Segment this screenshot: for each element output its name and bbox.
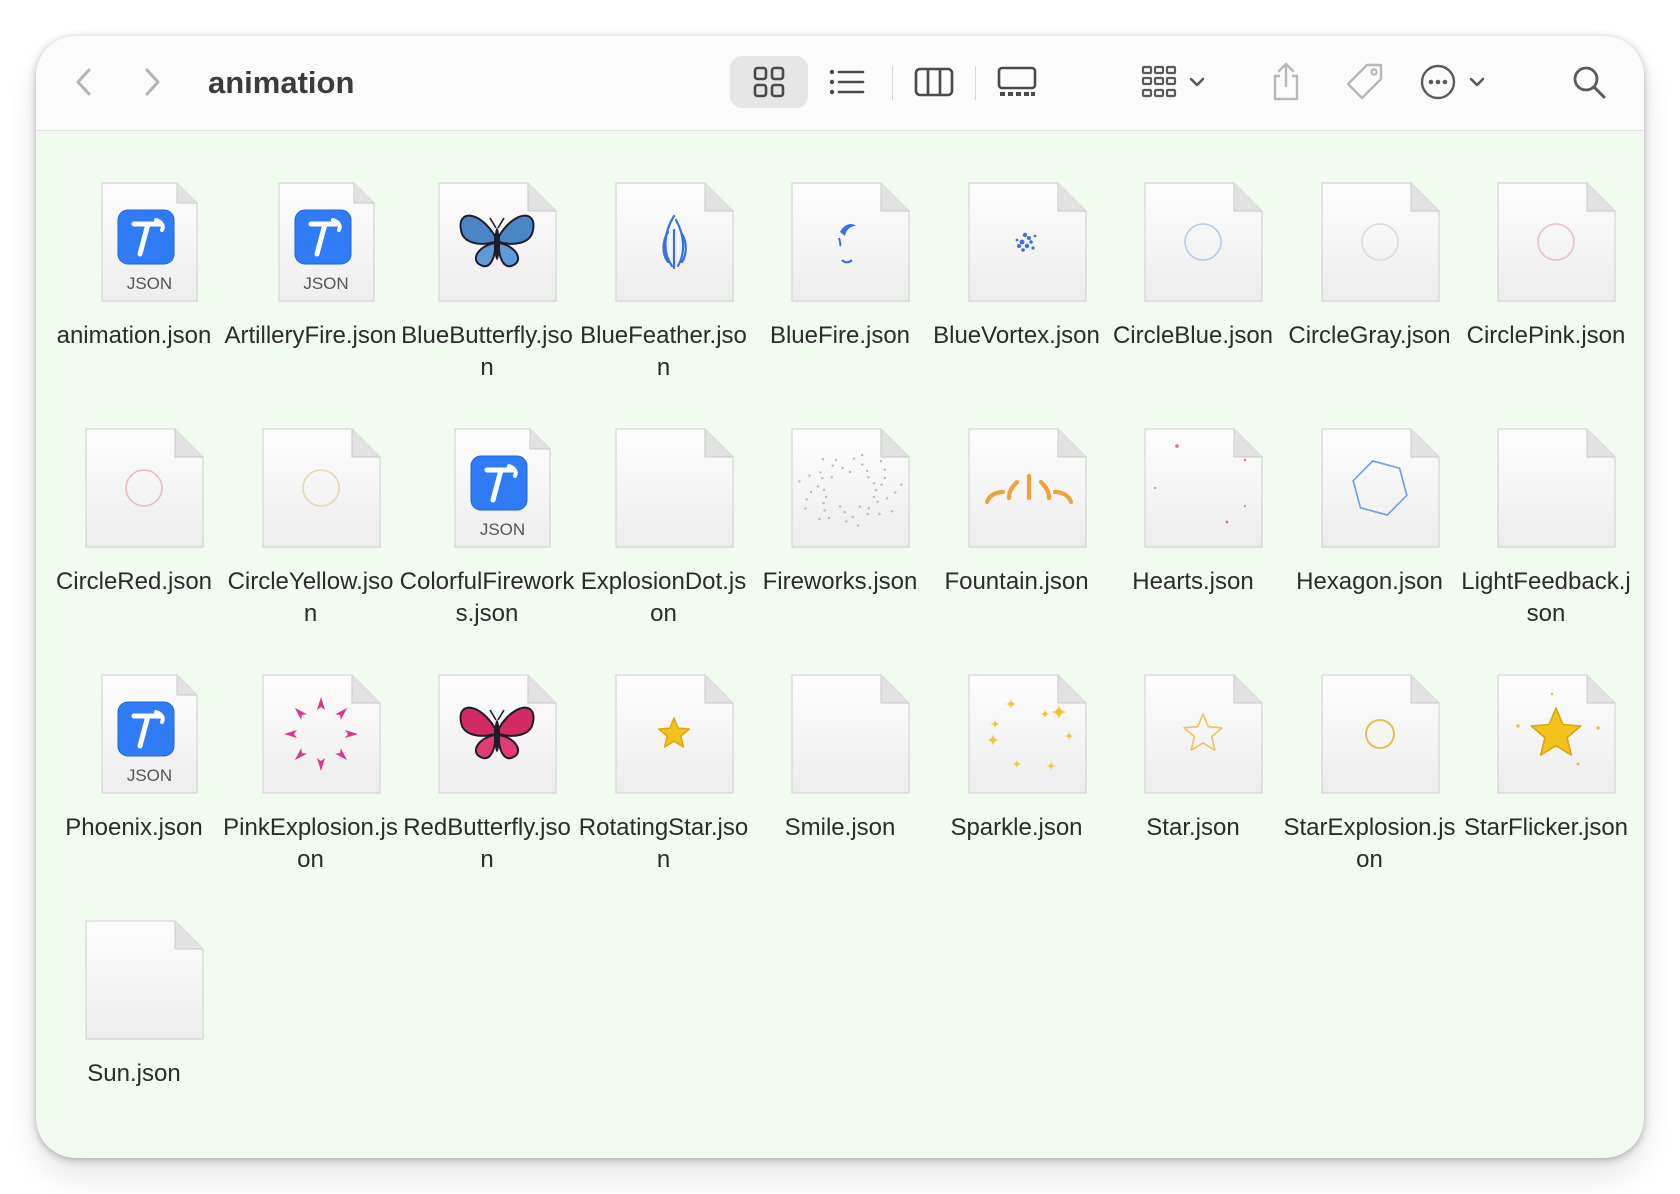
file-name-label: BlueFeather.json	[580, 322, 747, 381]
window-title: animation	[208, 65, 355, 100]
file-name-label: BlueVortex.json	[933, 322, 1100, 349]
file-name-label: ArtilleryFire.json	[224, 322, 397, 349]
column-view-button[interactable]	[898, 56, 970, 108]
document-thumbnail-icon	[612, 672, 737, 797]
file-name-label: Fireworks.json	[762, 568, 918, 595]
document-thumbnail-icon	[82, 426, 207, 551]
document-thumbnail-icon	[1141, 672, 1266, 797]
chevron-down-icon	[1189, 77, 1205, 87]
search-button[interactable]	[1566, 56, 1612, 108]
document-thumbnail-icon	[788, 426, 913, 551]
file-name-label: Star.json	[1146, 814, 1240, 841]
file-grid: JSON animation.json JSON ArtilleryFire.json…	[36, 130, 1644, 1158]
document-thumbnail-icon	[259, 672, 384, 797]
file-name-label: LightFeedback.json	[1461, 568, 1631, 627]
json-file-icon: JSON	[82, 180, 207, 305]
json-badge-label: JSON	[479, 520, 526, 539]
file-name-label: StarFlicker.json	[1463, 814, 1629, 841]
finder-window: animation JSON animation.json JSON Artil…	[36, 36, 1644, 1158]
gallery-view-button[interactable]	[980, 56, 1054, 108]
document-thumbnail-icon	[965, 180, 1090, 305]
document-thumbnail-icon	[1494, 672, 1619, 797]
file-name-label: CircleBlue.json	[1112, 322, 1274, 349]
column-view-icon	[914, 67, 954, 97]
file-name-label: RedButterfly.json	[403, 814, 571, 873]
document-thumbnail-icon	[259, 426, 384, 551]
json-badge-label: JSON	[126, 274, 173, 293]
group-by-button[interactable]	[1134, 56, 1214, 108]
document-thumbnail-icon	[435, 672, 560, 797]
file-name-label: RotatingStar.json	[578, 814, 749, 873]
json-badge-label: JSON	[126, 766, 173, 785]
json-file-icon: JSON	[259, 180, 384, 305]
search-icon	[1573, 66, 1606, 99]
file-name-label: BlueFire.json	[769, 322, 911, 349]
document-thumbnail-icon	[965, 426, 1090, 551]
document-thumbnail-icon	[1141, 180, 1266, 305]
file-name-label: CircleRed.json	[55, 568, 213, 595]
icon-view-button[interactable]	[730, 56, 808, 108]
file-name-label: Sun.json	[87, 1060, 181, 1087]
json-file-icon: JSON	[435, 426, 560, 551]
chevron-left-icon[interactable]	[64, 56, 104, 108]
file-name-label: Sparkle.json	[950, 814, 1083, 841]
file-name-label: BlueButterfly.json	[401, 322, 573, 381]
file-name-label: animation.json	[56, 322, 212, 349]
chevron-right-icon[interactable]	[132, 56, 172, 108]
document-thumbnail-icon	[612, 180, 737, 305]
document-thumbnail-icon	[788, 180, 913, 305]
file-name-label: Fountain.json	[944, 568, 1089, 595]
more-actions-icon	[1420, 64, 1485, 100]
list-view-icon	[829, 69, 865, 95]
gallery-view-icon	[997, 66, 1037, 96]
document-thumbnail-icon	[1318, 672, 1443, 797]
file-name-label: Hexagon.json	[1296, 568, 1443, 595]
file-name-label: CirclePink.json	[1466, 322, 1626, 349]
document-thumbnail-icon	[612, 426, 737, 551]
share-icon	[1273, 62, 1299, 101]
toolbar-divider	[892, 66, 893, 100]
file-name-label: Phoenix.json	[65, 814, 203, 841]
grid-view-icon	[753, 66, 785, 98]
more-actions-button[interactable]	[1412, 56, 1496, 108]
tag-icon	[1346, 63, 1383, 100]
document-thumbnail-icon	[1318, 426, 1443, 551]
document-thumbnail-icon	[965, 672, 1090, 797]
toolbar-divider	[975, 66, 976, 100]
chevron-down-icon	[1469, 77, 1485, 87]
file-name-label: StarExplosion.json	[1283, 814, 1456, 873]
file-name-label: ExplosionDot.json	[580, 568, 747, 627]
toolbar: animation	[36, 36, 1644, 131]
document-thumbnail-icon	[1141, 426, 1266, 551]
document-thumbnail-icon	[788, 672, 913, 797]
document-thumbnail-icon	[82, 918, 207, 1043]
document-thumbnail-icon	[1494, 180, 1619, 305]
json-badge-label: JSON	[303, 274, 349, 293]
document-thumbnail-icon	[435, 180, 560, 305]
share-button[interactable]	[1264, 56, 1308, 108]
file-name-label: CircleGray.json	[1288, 322, 1451, 349]
file-name-label: Hearts.json	[1132, 568, 1254, 595]
list-view-button[interactable]	[812, 56, 882, 108]
json-file-icon: JSON	[82, 672, 207, 797]
document-thumbnail-icon	[1318, 180, 1443, 305]
file-name-label: CircleYellow.json	[227, 568, 394, 627]
tag-button[interactable]	[1342, 56, 1388, 108]
file-name-label: PinkExplosion.json	[223, 814, 398, 873]
group-by-icon	[1141, 65, 1205, 98]
file-name-label: ColorfulFireworks.json	[399, 568, 575, 627]
file-name-label: Smile.json	[784, 814, 896, 841]
document-thumbnail-icon	[1494, 426, 1619, 551]
